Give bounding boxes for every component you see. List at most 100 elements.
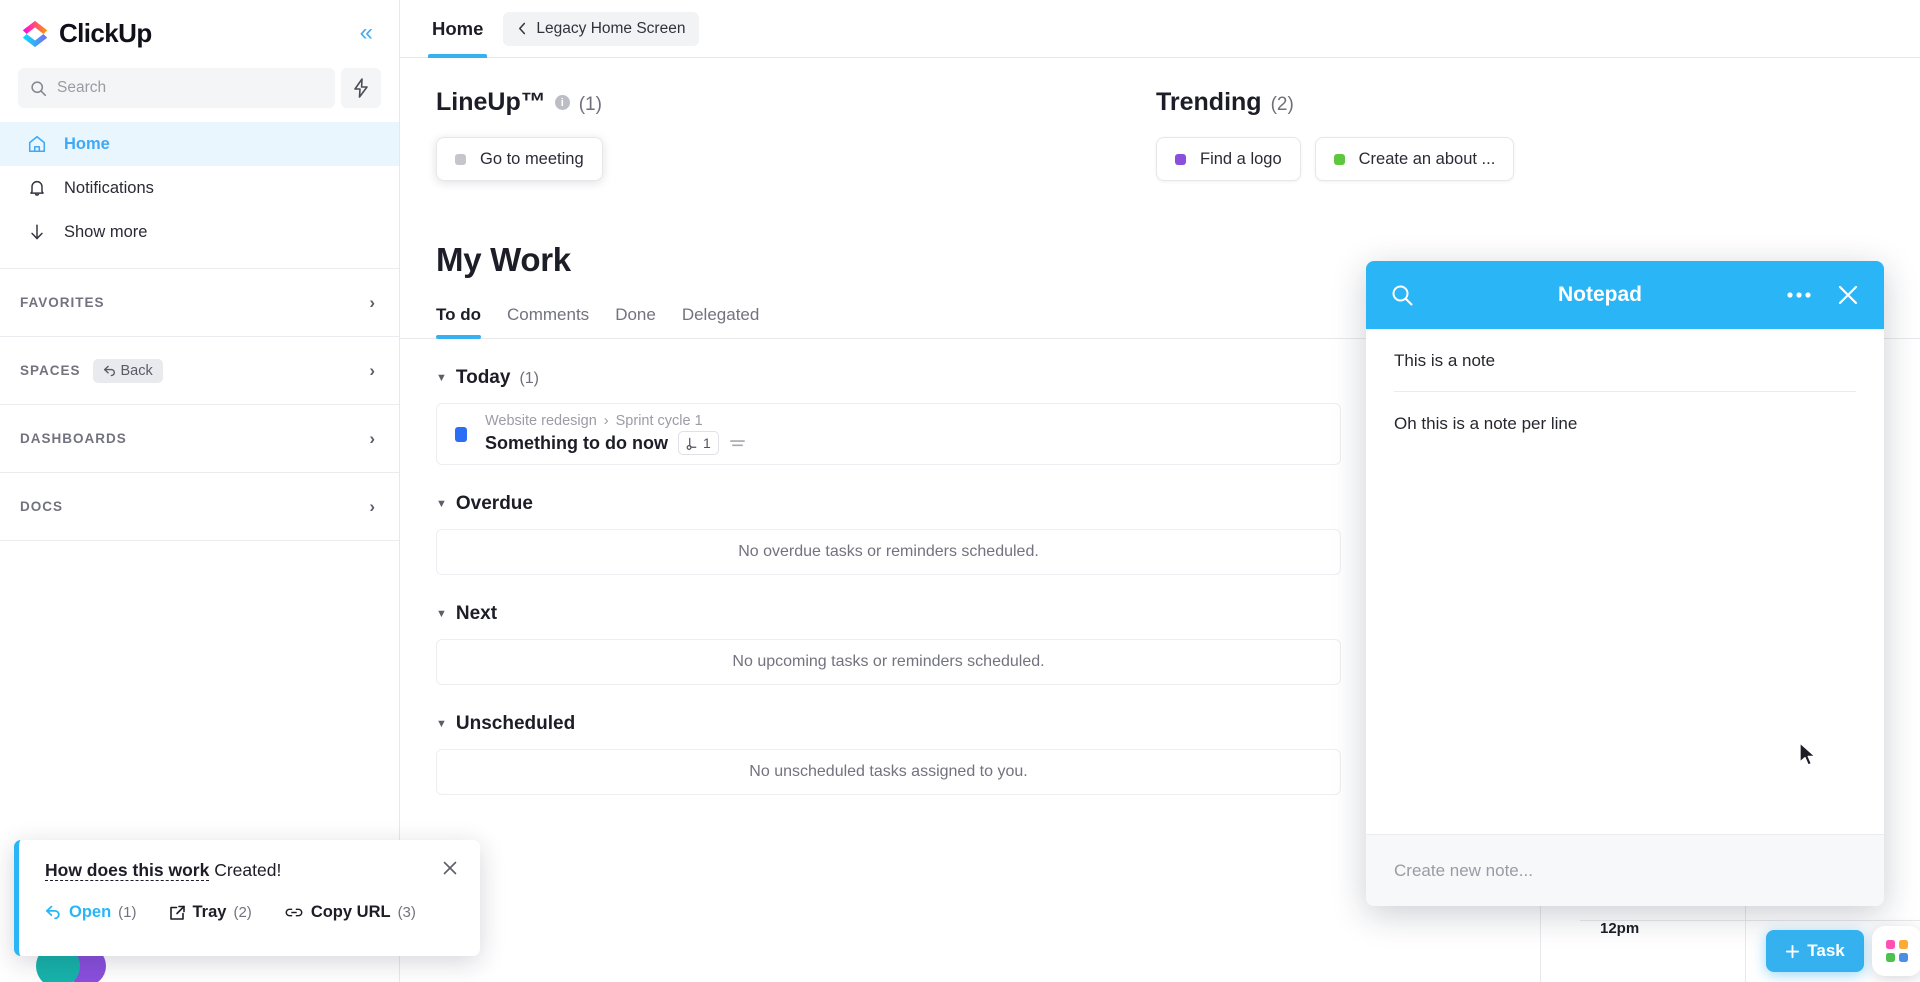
search-icon <box>31 80 47 96</box>
calendar-gridline <box>1745 898 1746 982</box>
trending-cards: Find a logo Create an about ... <box>1156 137 1884 181</box>
tab-comments[interactable]: Comments <box>507 305 589 338</box>
sidebar-section-title-spaces: SPACES <box>20 363 81 378</box>
add-task-button[interactable]: Task <box>1766 930 1864 972</box>
caret-down-icon: ▼ <box>436 498 447 510</box>
sidebar-section-favorites[interactable]: FAVORITES › <box>0 269 399 337</box>
top-widgets-row: LineUp™ i (1) Go to meeting Trending (2)… <box>400 88 1920 181</box>
legacy-home-screen-button[interactable]: Legacy Home Screen <box>503 11 700 46</box>
subtask-count: 1 <box>702 435 711 451</box>
brand-logo[interactable]: ClickUp <box>20 18 152 49</box>
notepad-panel: Notepad This is a note Oh this is a note… <box>1366 261 1884 906</box>
notepad-more-button[interactable] <box>1786 291 1812 299</box>
list-item[interactable]: Oh this is a note per line <box>1394 392 1856 454</box>
apps-launcher-button[interactable] <box>1872 926 1920 976</box>
subtask-count-pill[interactable]: 1 <box>677 431 719 455</box>
toast-action-tray[interactable]: Tray (2) <box>169 903 252 922</box>
empty-state-unscheduled: No unscheduled tasks assigned to you. <box>436 749 1341 795</box>
sidebar-item-label-home: Home <box>64 134 110 153</box>
lineup-cards: Go to meeting <box>436 137 1156 181</box>
status-badge[interactable] <box>455 426 467 442</box>
trending-title: Trending <box>1156 88 1262 116</box>
sidebar-section-dashboards[interactable]: DASHBOARDS › <box>0 405 399 473</box>
toast-close-button[interactable] <box>442 860 458 880</box>
reply-arrow-icon <box>46 905 60 920</box>
chevron-right-icon: › <box>369 360 375 380</box>
sidebar-section-dashboards-left: DASHBOARDS <box>20 431 127 446</box>
close-icon <box>443 861 457 875</box>
group-name-today: Today <box>455 367 511 388</box>
sidebar-item-label-show-more: Show more <box>64 222 148 241</box>
sidebar-item-home[interactable]: Home <box>0 122 399 166</box>
trending-card-1[interactable]: Create an about ... <box>1314 137 1515 181</box>
lineup-header: LineUp™ i (1) <box>436 88 1156 117</box>
lineup-card-label-0: Go to meeting <box>480 149 584 168</box>
task-line: Something to do now 1 <box>485 431 746 455</box>
sidebar-section-spaces-left: SPACES Back <box>20 358 163 383</box>
group-name-overdue: Overdue <box>455 493 533 514</box>
trending-header: Trending (2) <box>1156 88 1884 117</box>
quick-action-button[interactable] <box>341 68 381 108</box>
search-placeholder: Search <box>57 79 107 96</box>
group-name-next: Next <box>455 603 498 624</box>
list-item[interactable]: This is a note <box>1394 329 1856 392</box>
table-row[interactable]: Website redesign › Sprint cycle 1 Someth… <box>436 403 1341 465</box>
toast-action-label-tray: Tray <box>192 903 227 921</box>
bell-icon <box>26 178 48 198</box>
trending-widget: Trending (2) Find a logo Create an about… <box>1156 88 1884 181</box>
chevron-right-icon: › <box>369 496 375 516</box>
clickup-logo-icon <box>22 20 48 48</box>
card-color-swatch <box>455 153 466 165</box>
sidebar-section-spaces[interactable]: SPACES Back › <box>0 337 399 405</box>
plus-icon <box>1786 944 1800 958</box>
sidebar: ClickUp « Search Home Notifications Show… <box>0 0 400 982</box>
sidebar-item-show-more[interactable]: Show more <box>0 210 399 254</box>
notepad-header: Notepad <box>1366 261 1884 329</box>
sidebar-item-notifications[interactable]: Notifications <box>0 166 399 210</box>
lightning-bolt-icon <box>354 78 368 98</box>
search-icon <box>1392 285 1413 306</box>
chevron-right-icon: › <box>369 292 375 312</box>
task-name: Something to do now <box>485 432 668 453</box>
tray-icon <box>169 905 185 920</box>
trending-card-0[interactable]: Find a logo <box>1156 137 1301 181</box>
sidebar-nav: Home Notifications Show more <box>0 122 399 254</box>
info-icon[interactable]: i <box>554 95 570 110</box>
tab-delegated[interactable]: Delegated <box>682 305 760 338</box>
toast-action-copy-url[interactable]: Copy URL (3) <box>284 903 416 922</box>
toast-action-num-open: (1) <box>118 904 137 921</box>
spaces-back-button[interactable]: Back <box>92 358 163 383</box>
trending-card-label-0: Find a logo <box>1200 149 1282 168</box>
tab-home[interactable]: Home <box>428 0 488 58</box>
priority-equals-icon[interactable] <box>729 437 746 449</box>
notepad-close-button[interactable] <box>1836 283 1860 307</box>
notepad-composer-placeholder: Create new note... <box>1394 860 1533 880</box>
sidebar-collapse-button[interactable]: « <box>356 19 377 47</box>
sidebar-section-docs[interactable]: DOCS › <box>0 473 399 541</box>
top-bar: Home Legacy Home Screen <box>400 0 1920 58</box>
notepad-title: Notepad <box>1558 283 1642 306</box>
app-root: ClickUp « Search Home Notifications Show… <box>0 0 1920 982</box>
toast-action-num-copy-url: (3) <box>397 904 416 921</box>
sidebar-search-row: Search <box>0 68 399 108</box>
notepad-composer[interactable]: Create new note... <box>1366 834 1884 906</box>
lineup-card-0[interactable]: Go to meeting <box>436 137 603 181</box>
toast-action-open[interactable]: Open (1) <box>45 903 137 922</box>
toast-title-link[interactable]: How does this work <box>45 860 210 881</box>
add-task-label: Task <box>1807 941 1845 960</box>
lineup-title: LineUp™ <box>436 88 546 116</box>
search-input[interactable]: Search <box>18 68 335 108</box>
notepad-search-button[interactable] <box>1390 283 1414 307</box>
sidebar-section-favorites-left: FAVORITES <box>20 295 105 310</box>
toast-action-label-open: Open <box>69 903 112 921</box>
breadcrumb: Website redesign › Sprint cycle 1 <box>485 413 746 429</box>
tab-done[interactable]: Done <box>615 305 656 338</box>
spaces-back-label: Back <box>120 362 153 379</box>
empty-state-next: No upcoming tasks or reminders scheduled… <box>436 639 1341 685</box>
tab-to-do[interactable]: To do <box>436 305 481 339</box>
trending-card-label-1: Create an about ... <box>1358 149 1496 168</box>
lineup-widget: LineUp™ i (1) Go to meeting <box>436 88 1156 181</box>
breadcrumb-child: Sprint cycle 1 <box>615 413 703 429</box>
apps-grid-icon <box>1886 940 1908 962</box>
card-color-swatch <box>1333 153 1345 165</box>
